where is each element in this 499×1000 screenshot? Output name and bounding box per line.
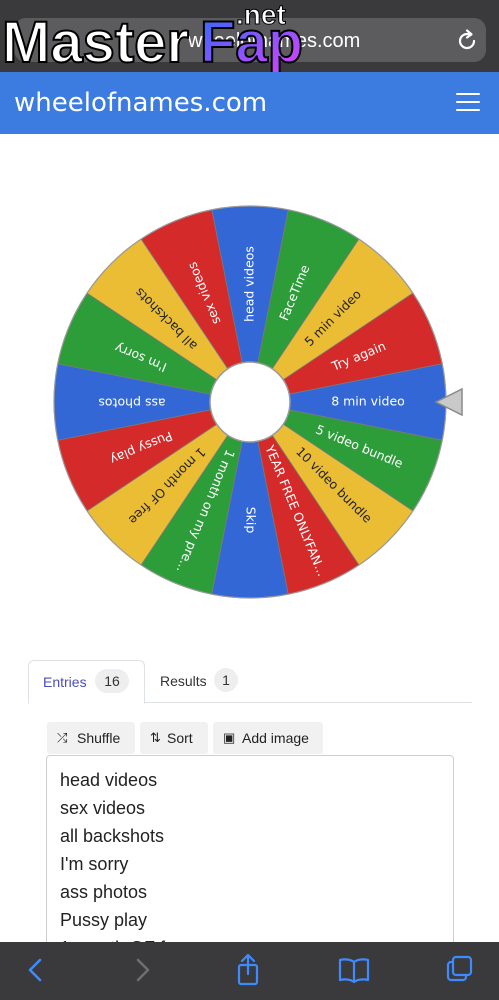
entry-line: Pussy play [60, 910, 148, 930]
tab-results-count: 1 [214, 668, 238, 692]
shuffle-label: Shuffle [77, 730, 121, 746]
wheel-segment-label: 8 min video [331, 394, 405, 409]
reload-icon[interactable] [454, 28, 480, 54]
tab-entries-count: 16 [95, 669, 129, 693]
svg-text:Master: Master [2, 10, 189, 72]
share-icon[interactable] [228, 950, 268, 990]
wheel[interactable]: head videos FaceTime5 min videoTry again8… [0, 134, 499, 654]
shuffle-icon: ⤮ [57, 730, 68, 745]
bookmarks-icon[interactable] [334, 950, 374, 990]
watermark-logo: Master Fap .net [1, 0, 304, 72]
tab-entries-label: Entries [43, 674, 87, 690]
entry-line: I'm sorry [60, 854, 129, 874]
entry-line: head videos [60, 770, 158, 790]
sort-icon: ⇅ [150, 730, 161, 745]
hamburger-icon[interactable] [456, 93, 480, 113]
wheel-center-hub [209, 361, 291, 443]
entries-textarea[interactable]: head videos sex videos all backshots I'm… [46, 755, 454, 957]
wheel-container[interactable]: head videos FaceTime 5 min video Try again 8… [0, 134, 499, 654]
shuffle-button[interactable]: ⤮ Shuffle [47, 722, 135, 754]
wheel-segment-label: Skip [244, 507, 259, 534]
image-icon: ▣ [223, 730, 236, 745]
add-image-button[interactable]: ▣ Add image [213, 722, 323, 754]
back-icon[interactable] [16, 950, 56, 990]
wheel-segment-label: head videos [242, 246, 257, 322]
sort-label: Sort [167, 730, 193, 746]
wheel-segment-label: ass photos [98, 396, 165, 411]
tab-results[interactable]: Results 1 [146, 660, 256, 702]
svg-text:.net: .net [236, 0, 286, 30]
tabs-icon[interactable] [440, 950, 480, 990]
brand-title[interactable]: wheelofnames.com [14, 88, 267, 118]
tab-results-label: Results [160, 673, 207, 689]
tab-entries[interactable]: Entries 16 [28, 660, 145, 704]
entry-line: sex videos [60, 798, 146, 818]
entry-line: ass photos [60, 882, 148, 902]
sort-button[interactable]: ⇅ Sort [140, 722, 208, 754]
add-image-label: Add image [242, 730, 309, 746]
forward-icon[interactable] [122, 950, 162, 990]
entry-line: all backshots [60, 826, 165, 846]
